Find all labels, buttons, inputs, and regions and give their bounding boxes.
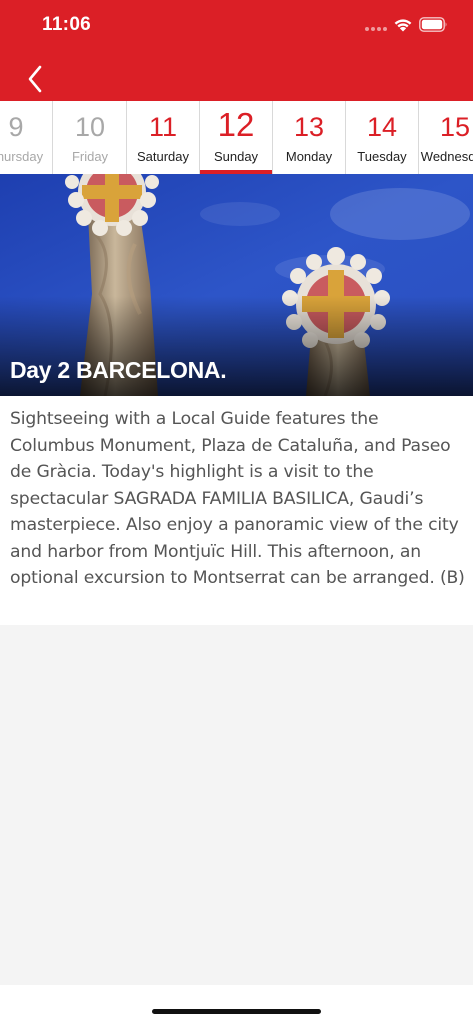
date-weekday: Wednesday [420, 149, 473, 164]
cellular-signal-icon [365, 27, 387, 32]
app-header: 11:06 [0, 0, 473, 101]
bottom-safe-area [0, 985, 473, 1024]
back-button[interactable] [22, 62, 50, 96]
date-number: 12 [217, 106, 255, 143]
chevron-left-icon [28, 65, 42, 93]
hero-image: Day 2 BARCELONA. [0, 174, 473, 396]
day-content-card: Sightseeing with a Local Guide features … [0, 396, 473, 625]
day-title: Day 2 BARCELONA. [10, 357, 227, 383]
date-number: 13 [293, 112, 325, 142]
date-number: 15 [439, 112, 471, 142]
status-time: 11:06 [42, 14, 92, 35]
date-item-15[interactable]: 15 Wednesday [419, 101, 473, 174]
wifi-icon [394, 19, 412, 32]
date-number: 10 [74, 112, 106, 142]
date-selector[interactable]: 9 Thursday 10 Friday 11 Saturday 12 Sund… [0, 101, 473, 174]
day-description: Sightseeing with a Local Guide features … [10, 409, 465, 588]
battery-icon [419, 17, 447, 32]
home-indicator[interactable] [152, 1009, 321, 1014]
date-number: 11 [148, 112, 178, 142]
date-number: 14 [366, 112, 398, 142]
date-number: 9 [8, 112, 24, 142]
